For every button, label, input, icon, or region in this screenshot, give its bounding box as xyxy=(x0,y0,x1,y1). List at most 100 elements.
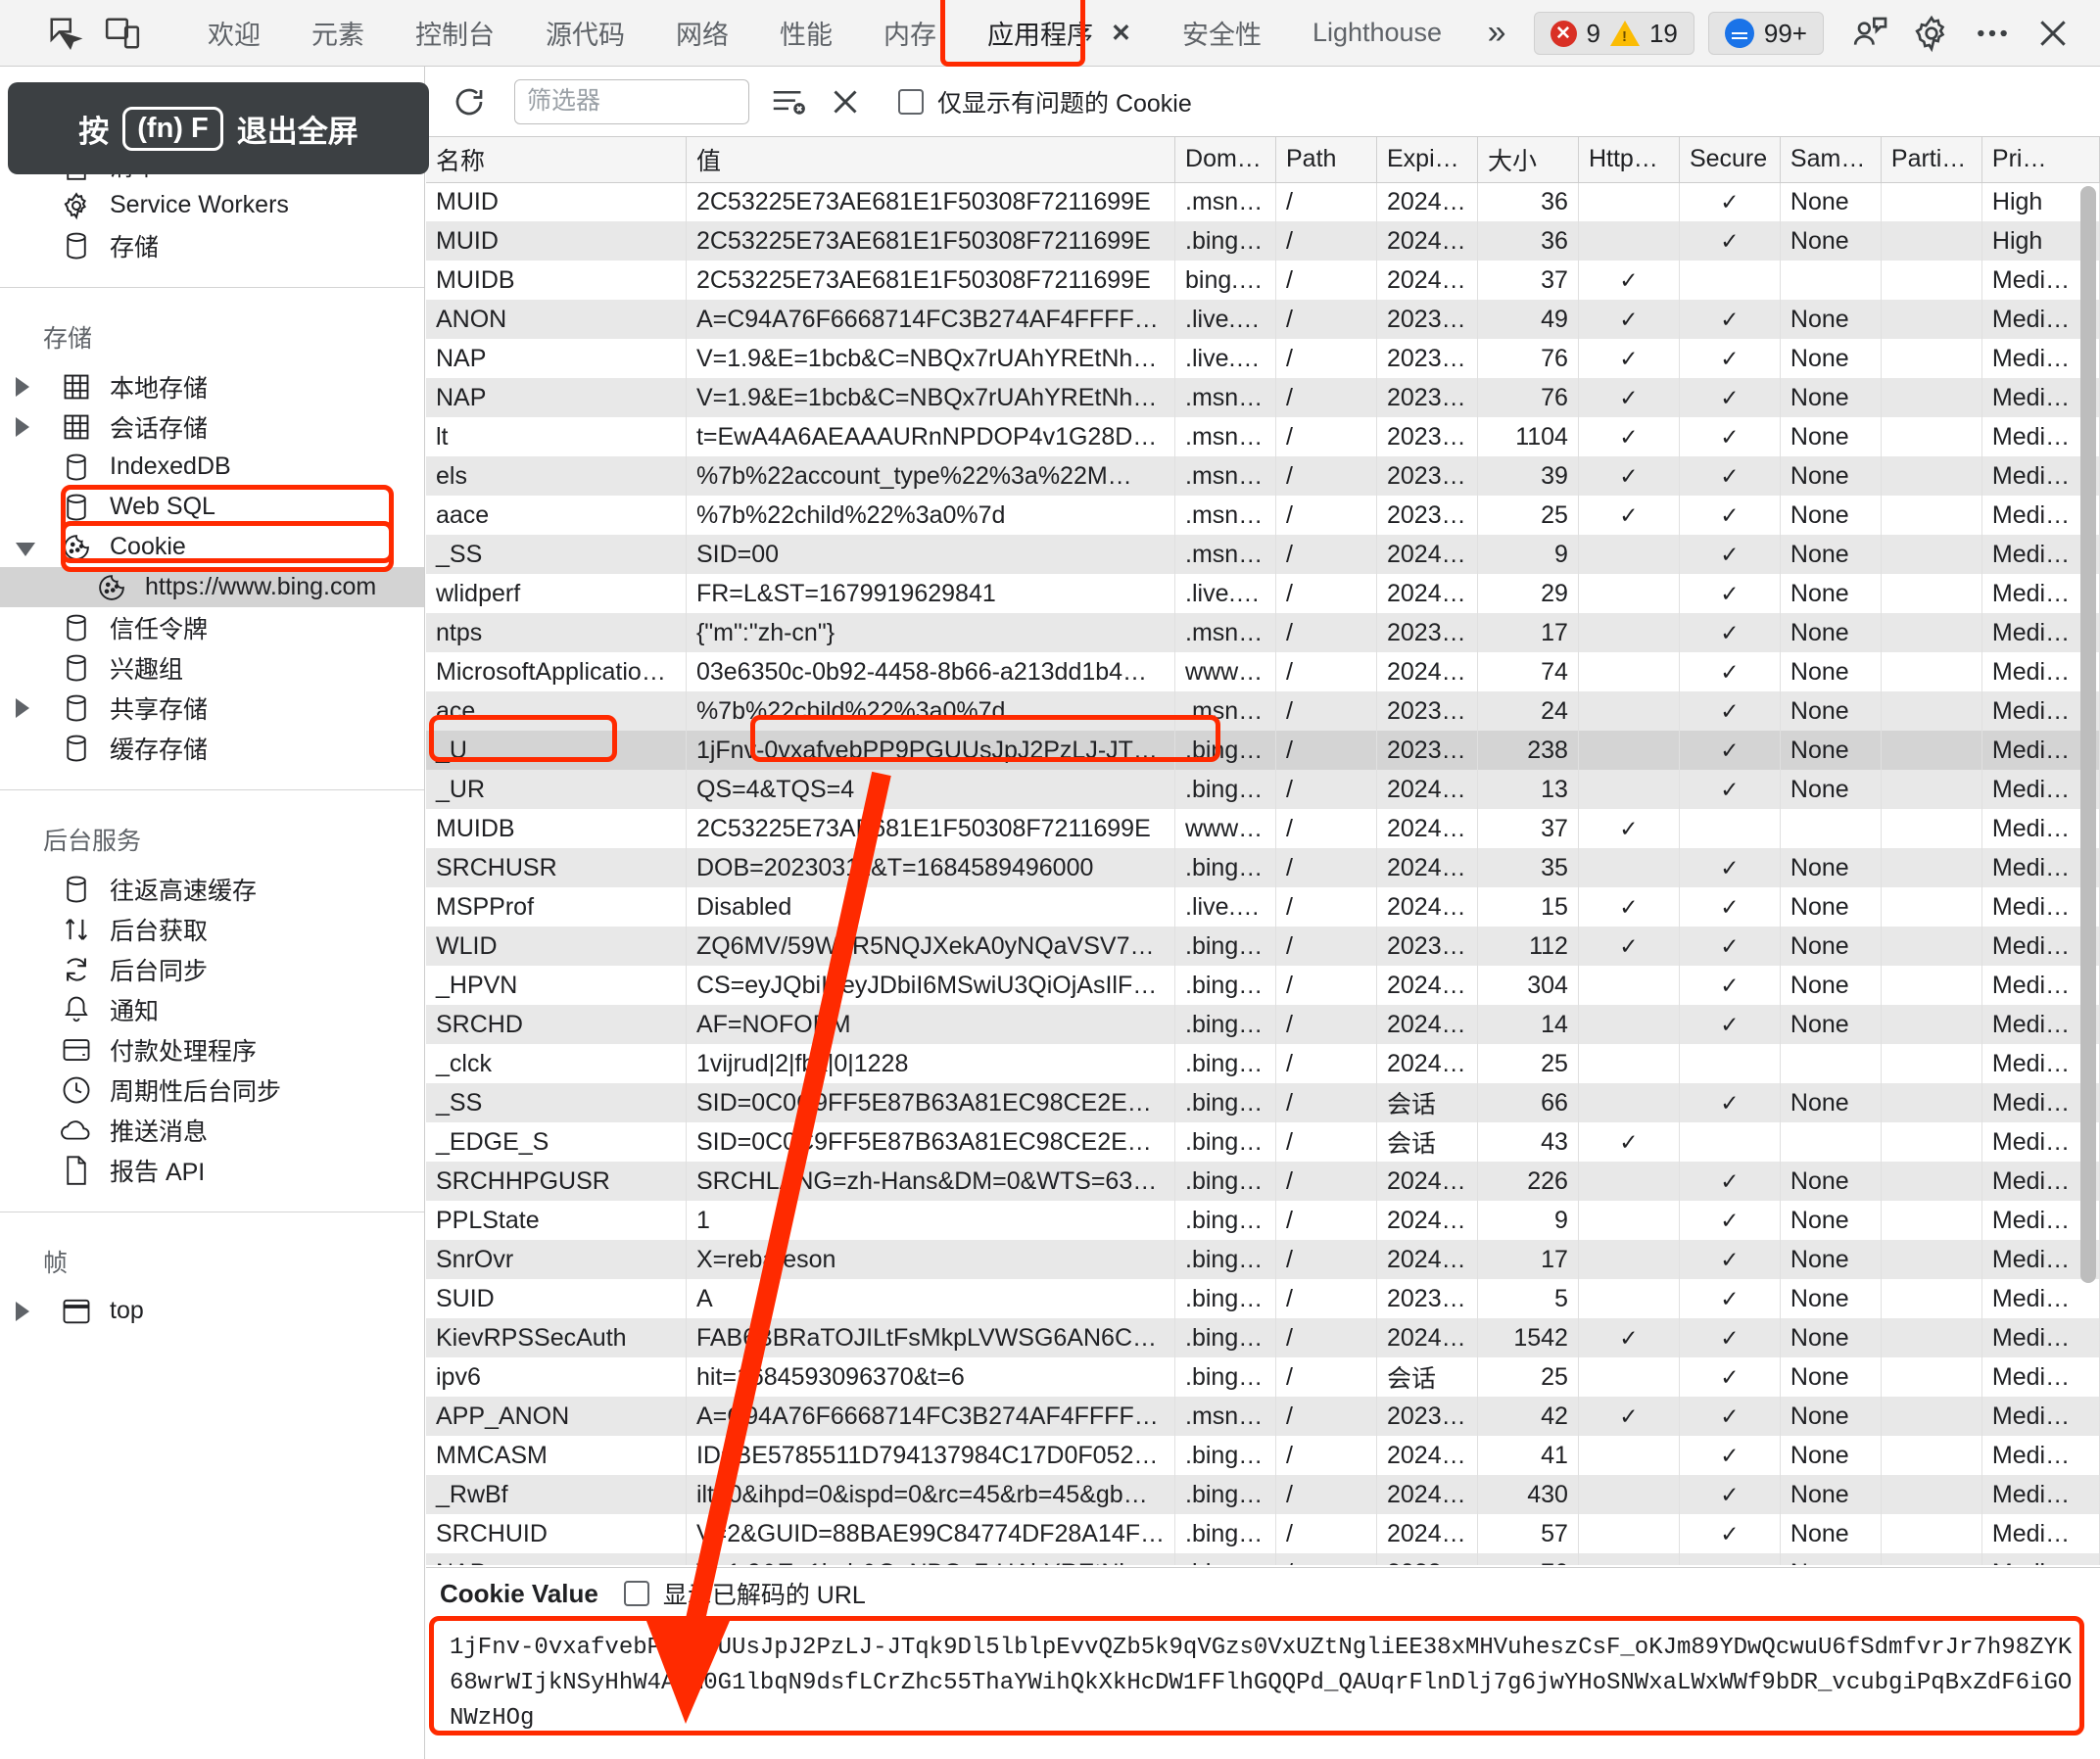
sidebar-item-background-sync[interactable]: 后台同步 xyxy=(0,949,424,989)
scrollbar-thumb[interactable] xyxy=(2080,186,2096,1283)
sidebar-item-notifications[interactable]: 通知 xyxy=(0,989,424,1029)
only-problematic-cookies-toggle[interactable]: 仅显示有问题的 Cookie xyxy=(898,84,1192,119)
table-row[interactable]: MUIDB 2C53225E73AE681E1F50308F7211699E www… xyxy=(426,809,2100,848)
delete-selected-cookie-icon[interactable] xyxy=(820,76,871,127)
tab-console[interactable]: 控制台 xyxy=(390,0,520,67)
column-header-secure[interactable]: Secure xyxy=(1679,137,1781,183)
table-row[interactable]: MUID 2C53225E73AE681E1F50308F7211699E .bin… xyxy=(426,221,2100,261)
tab-application[interactable]: 应用程序 ✕ xyxy=(962,0,1157,67)
table-row[interactable]: wlidperf FR=L&ST=1679919629841 .live.…/202… xyxy=(426,574,2100,613)
table-row[interactable]: ace %7b%22child%22%3a0%7d .msn…/2023… 24 ✓ No… xyxy=(426,691,2100,731)
tab-performance[interactable]: 性能 xyxy=(754,0,858,67)
chevron-right-icon[interactable] xyxy=(16,376,29,397)
sidebar-item-interest-groups[interactable]: 兴趣组 xyxy=(0,647,424,688)
table-row[interactable]: _RwBf ilt=0&ihpd=0&ispd=0&rc=45&rb=45&gb…… xyxy=(426,1475,2100,1514)
sidebar-item-reporting-api[interactable]: 报告 API xyxy=(0,1150,424,1190)
sidebar-item-periodic-background-sync[interactable]: 周期性后台同步 xyxy=(0,1070,424,1110)
table-row[interactable]: ANON A=C94A76F6668714FC3B274AF4FFFF… .live… xyxy=(426,300,2100,339)
sidebar-item-push-messaging[interactable]: 推送消息 xyxy=(0,1110,424,1150)
checkbox-icon[interactable] xyxy=(898,88,924,115)
clear-all-cookies-icon[interactable] xyxy=(763,76,814,127)
sidebar-item-indexeddb[interactable]: IndexedDB xyxy=(0,447,424,487)
cookies-table-container[interactable]: 名称 值 Dom… Path Expi… 大小 Http… Secure Sam… xyxy=(426,137,2100,1565)
table-row[interactable]: MicrosoftApplicationsTel…03e6350c-0b92-4… xyxy=(426,652,2100,691)
sidebar-item-service-workers[interactable]: Service Workers xyxy=(0,185,424,225)
table-row[interactable]: els %7b%22account_type%22%3a%22M… .msn…/20… xyxy=(426,456,2100,496)
column-header-domain[interactable]: Dom… xyxy=(1174,137,1276,183)
table-row[interactable]: SnrOvr X=rebateson .bing…/2024… 17 ✓ None Medi… xyxy=(426,1240,2100,1279)
table-row[interactable]: ntps {"m":"zh-cn"} .msn…/2023… 17 ✓ None Medi… xyxy=(426,613,2100,652)
column-header-path[interactable]: Path xyxy=(1275,137,1377,183)
issues-counter[interactable]: ✕ 9 19 xyxy=(1533,12,1694,55)
sidebar-item-local-storage[interactable]: 本地存储 xyxy=(0,366,424,406)
table-vertical-scrollbar[interactable] xyxy=(2080,186,2096,1283)
table-row[interactable]: PPLState 1 .bing…/2024… 9 ✓ None Medi… xyxy=(426,1201,2100,1240)
table-row[interactable]: APP_ANON A=C94A76F6668714FC3B274AF4FFFF….… xyxy=(426,1397,2100,1436)
table-row[interactable]: MSPProf Disabled .live.…/2024… 15 ✓ ✓ None Medi… xyxy=(426,887,2100,927)
sidebar-item-background-fetch[interactable]: 后台获取 xyxy=(0,909,424,949)
table-row[interactable]: _SS SID=00 .msn…/2024… 9 ✓ None Medi… xyxy=(426,535,2100,574)
tab-welcome[interactable]: 欢迎 xyxy=(182,0,286,67)
application-sidebar[interactable]: 应用程序 清单 Service Workers 存储 存储 xyxy=(0,67,425,1759)
refresh-icon[interactable] xyxy=(444,76,495,127)
chevron-right-icon[interactable] xyxy=(16,697,29,718)
sidebar-item-trust-tokens[interactable]: 信任令牌 xyxy=(0,607,424,647)
sidebar-item-payment-handler[interactable]: 付款处理程序 xyxy=(0,1029,424,1070)
sidebar-item-cookie-bing[interactable]: https://www.bing.com xyxy=(0,567,424,607)
chevron-down-icon[interactable] xyxy=(16,542,35,556)
column-header-httponly[interactable]: Http… xyxy=(1578,137,1680,183)
table-row[interactable]: MUID 2C53225E73AE681E1F50308F7211699E .msn… xyxy=(426,182,2100,221)
chevron-right-icon[interactable] xyxy=(16,416,29,437)
chevron-right-icon[interactable] xyxy=(16,1301,29,1321)
column-header-expires[interactable]: Expi… xyxy=(1376,137,1478,183)
table-row[interactable]: MUIDB 2C53225E73AE681E1F50308F7211699E bin… xyxy=(426,261,2100,300)
column-header-priority[interactable]: Pri… xyxy=(1981,137,2100,183)
table-row[interactable]: KievRPSSecAuth FAB6BBRaTOJILtFsMkpLVWSG6A… xyxy=(426,1318,2100,1357)
filter-input[interactable] xyxy=(514,78,749,124)
column-header-partition[interactable]: Parti… xyxy=(1881,137,1982,183)
table-row[interactable]: NAP V=1.9&E=1bcb&C=NBQx7rUAhYREtNh… .live.… xyxy=(426,339,2100,378)
messages-counter[interactable]: 99+ xyxy=(1707,12,1824,55)
sidebar-item-shared-storage[interactable]: 共享存储 xyxy=(0,688,424,728)
table-row[interactable]: SRCHD AF=NOFORM .bing…/2024… 14 ✓ None Medi… xyxy=(426,1005,2100,1044)
device-toolbar-icon[interactable] xyxy=(100,11,145,56)
show-decoded-url-toggle[interactable]: 显示已解码的 URL xyxy=(623,1576,866,1611)
chevron-double-right-icon[interactable]: » xyxy=(1467,0,1526,67)
table-row[interactable]: aace %7b%22child%22%3a0%7d .msn…/2023… 25 ✓ ✓… xyxy=(426,496,2100,535)
column-header-name[interactable]: 名称 xyxy=(426,137,687,183)
tab-close-icon[interactable]: ✕ xyxy=(1111,19,1131,48)
column-header-samesite[interactable]: Sam… xyxy=(1780,137,1882,183)
sidebar-item-cache-storage[interactable]: 缓存存储 xyxy=(0,728,424,768)
table-row[interactable]: NAP V=1.9&E=1bcb&C=NBQx7rUAhYREtNh… .msn… /… xyxy=(426,378,2100,417)
table-row[interactable]: _U 1jFnv-0vxafvebPP9PGUUsJpJ2PzLJ-JT… .bin… xyxy=(426,731,2100,770)
table-row[interactable]: _UR QS=4&TQS=4 .bing…/2024… 13 ✓ None Medi… xyxy=(426,770,2100,809)
tab-elements[interactable]: 元素 xyxy=(286,0,390,67)
column-header-value[interactable]: 值 xyxy=(686,137,1176,183)
feedback-icon[interactable] xyxy=(1843,6,1898,61)
tab-memory[interactable]: 内存 xyxy=(858,0,962,67)
table-row[interactable]: _SS SID=0C0C9FF5E87B63A81EC98CE2E9… .bing…… xyxy=(426,1083,2100,1122)
table-row[interactable]: NAPV=1.9&E=1bcb&C=NBQx7rUAhYREtNh….bing…… xyxy=(426,1553,2100,1565)
table-row[interactable]: SRCHUSR DOB=20230311&T=1684589496000 .bing… xyxy=(426,848,2100,887)
more-options-icon[interactable] xyxy=(1965,6,2020,61)
table-row[interactable]: _HPVN CS=eyJQbiI6eyJDbiI6MSwiU3QiOjAsIlF…… xyxy=(426,966,2100,1005)
tab-network[interactable]: 网络 xyxy=(650,0,754,67)
gear-icon[interactable] xyxy=(1904,6,1959,61)
tab-sources[interactable]: 源代码 xyxy=(520,0,650,67)
table-row[interactable]: ipv6 hit=1684593096370&t=6 .bing… / 会话 25 ✓ Non… xyxy=(426,1357,2100,1397)
checkbox-icon[interactable] xyxy=(623,1581,649,1606)
sidebar-item-frame-top[interactable]: top xyxy=(0,1291,424,1331)
sidebar-item-storage[interactable]: 存储 xyxy=(0,225,424,265)
column-header-size[interactable]: 大小 xyxy=(1477,137,1579,183)
sidebar-item-web-sql[interactable]: Web SQL xyxy=(0,487,424,527)
table-row[interactable]: _clck 1vijrud|2|fbk|0|1228 .bing…/2024… 25 M… xyxy=(426,1044,2100,1083)
tab-lighthouse[interactable]: Lighthouse xyxy=(1287,0,1467,67)
table-row[interactable]: SRCHUID V=2&GUID=88BAE99C84774DF28A14F… .b… xyxy=(426,1514,2100,1553)
close-devtools-icon[interactable] xyxy=(2026,6,2080,61)
cookie-value-text[interactable]: 1jFnv-0vxafvebPP9PGUUsJpJ2PzLJ-JTqk9Dl5l… xyxy=(440,1619,2086,1738)
sidebar-item-session-storage[interactable]: 会话存储 xyxy=(0,406,424,447)
inspect-element-icon[interactable] xyxy=(43,11,88,56)
table-row[interactable]: SUID A .bing…/2023… 5 ✓ None Medi… xyxy=(426,1279,2100,1318)
sidebar-item-back-forward-cache[interactable]: 往返高速缓存 xyxy=(0,869,424,909)
table-row[interactable]: MMCASM ID=BE5785511D794137984C17D0F052… .b… xyxy=(426,1436,2100,1475)
